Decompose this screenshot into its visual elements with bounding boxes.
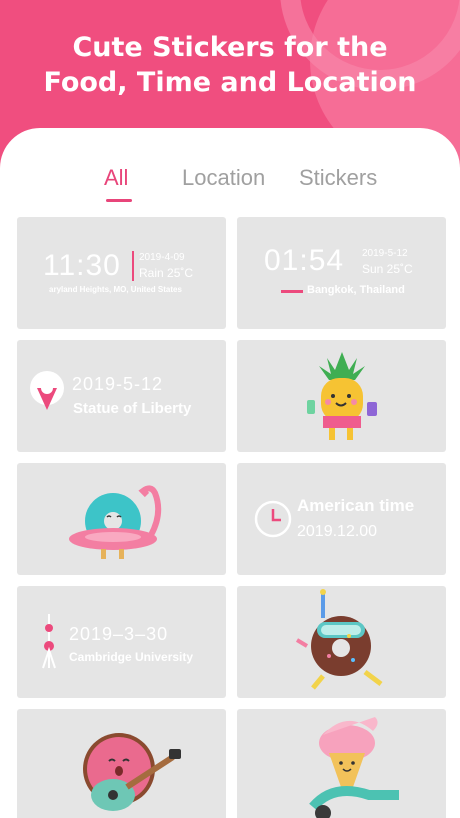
sticker-card-american-time[interactable]: American time 2019.12.00 <box>237 463 446 575</box>
location-text: Statue of Liberty <box>73 400 192 417</box>
donut-snorkel-sticker-icon <box>295 589 383 690</box>
tab-all[interactable]: All <box>104 165 128 191</box>
tab-active-indicator <box>106 199 132 202</box>
donut-flamingo-sticker-icon <box>69 485 162 559</box>
tower-icon <box>42 614 56 669</box>
pineapple-sticker-icon <box>307 352 377 440</box>
sticker-card-donut-flamingo[interactable] <box>17 463 226 575</box>
filter-tabs: All Location Stickers <box>0 165 460 205</box>
sticker-card-time-rain[interactable]: 11:30 2019-4-09 Rain 25˚C aryland Height… <box>17 217 226 329</box>
location-text: aryland Heights, MO, United States <box>49 285 182 294</box>
date-text: 2019-5-12 <box>362 248 408 259</box>
divider-bar <box>132 251 134 281</box>
sticker-card-location-cambridge[interactable]: 2019–3–30 Cambridge University <box>17 586 226 698</box>
sticker-card-donut-snorkel[interactable] <box>237 586 446 698</box>
donut-guitar-sticker-icon <box>83 733 181 811</box>
date-text: 2019.12.00 <box>297 523 378 540</box>
american-time-title: American time <box>297 496 415 515</box>
tab-location[interactable]: Location <box>182 165 265 191</box>
sticker-card-time-sun[interactable]: 01:54 2019-5-12 Sun 25˚C Bangkok, Thaila… <box>237 217 446 329</box>
clock-icon <box>254 500 292 538</box>
hero-title: Cute Stickers for the Food, Time and Loc… <box>43 32 417 98</box>
icecream-scooter-sticker-icon <box>309 717 399 818</box>
time-text: 01:54 <box>264 244 345 277</box>
location-text: Cambridge University <box>69 650 194 664</box>
date-text: 2019–3–30 <box>69 624 169 644</box>
sticker-card-icecream-scooter[interactable] <box>237 709 446 818</box>
date-text: 2019-5-12 <box>72 374 164 394</box>
location-text: Bangkok, Thailand <box>307 284 405 296</box>
sticker-card-pineapple[interactable] <box>237 340 446 452</box>
date-text: 2019-4-09 <box>139 252 185 263</box>
tab-stickers[interactable]: Stickers <box>299 165 377 191</box>
pink-dash <box>281 290 303 293</box>
time-text: 11:30 <box>43 249 121 282</box>
sticker-card-donut-guitar[interactable] <box>17 709 226 818</box>
weather-text: Sun 25˚C <box>362 262 413 276</box>
sticker-card-location-liberty[interactable]: 2019-5-12 Statue of Liberty <box>17 340 226 452</box>
location-pin-icon <box>30 371 64 410</box>
weather-text: Rain 25˚C <box>139 266 194 280</box>
